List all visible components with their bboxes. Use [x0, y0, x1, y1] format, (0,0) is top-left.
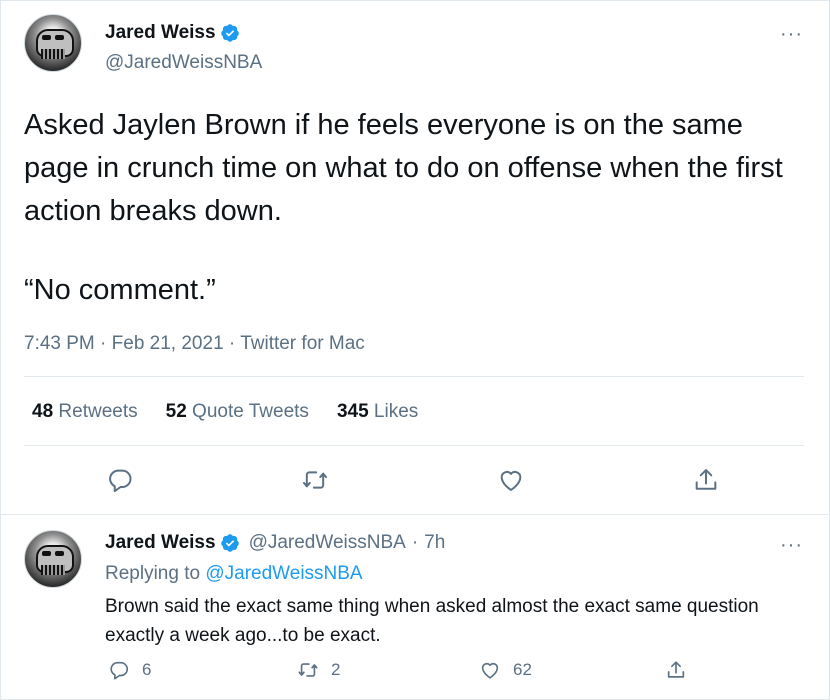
divider [24, 376, 804, 377]
meta-separator: · [100, 333, 107, 354]
reply-text: Brown said the exact same thing when ask… [105, 596, 759, 646]
retweets-label: Retweets [58, 401, 138, 422]
author-name-row[interactable]: Jared Weiss [105, 22, 240, 44]
tweet-source[interactable]: Twitter for Mac [240, 333, 365, 354]
like-button[interactable] [497, 466, 529, 498]
share-icon [667, 661, 685, 678]
more-options-icon[interactable]: ··· [780, 24, 803, 44]
replying-to-handle[interactable]: @JaredWeissNBA [205, 563, 362, 584]
reply-icon [110, 661, 129, 680]
replying-to-prefix: Replying to [105, 563, 201, 584]
divider [24, 445, 804, 446]
reply-header: Jared Weiss @JaredWeissNBA · 7h [105, 532, 445, 554]
likes-label: Likes [373, 401, 419, 422]
reply-author-handle[interactable]: @JaredWeissNBA [249, 532, 406, 554]
reply-author-avatar[interactable] [24, 530, 82, 588]
tweet-date[interactable]: Feb 21, 2021 [112, 333, 224, 354]
retweets-stat[interactable]: 48 Retweets [32, 401, 138, 423]
reply-author-name[interactable]: Jared Weiss [105, 532, 216, 554]
reply-icon [109, 469, 132, 493]
avatar-eye-left [42, 551, 51, 556]
likes-count: 345 [336, 401, 369, 422]
avatar-eye-right [55, 35, 64, 40]
reply-more-options-icon[interactable]: ··· [780, 535, 803, 555]
verified-badge-icon [220, 534, 239, 552]
quote-tweets-label: Quote Tweets [192, 401, 309, 422]
tweet-stats: 48 Retweets 52 Quote Tweets 345 Likes [32, 401, 446, 423]
retweets-count: 48 [32, 401, 54, 422]
reply-reply-count: 6 [142, 660, 152, 679]
heart-icon [481, 662, 499, 679]
author-avatar[interactable] [24, 14, 82, 72]
quote-tweets-count: 52 [165, 401, 187, 422]
replying-to: Replying to @JaredWeissNBA [105, 563, 363, 585]
tweet-text: Asked Jaylen Brown if he feels everyone … [24, 104, 814, 312]
avatar-grill [41, 565, 65, 575]
retweet-icon [302, 471, 328, 489]
tweet-meta: 7:43 PM · Feb 21, 2021 · Twitter for Mac [24, 333, 365, 355]
reply-reply-button[interactable]: 6 [108, 659, 151, 681]
heart-icon [500, 471, 522, 491]
reply-like-count: 62 [513, 660, 532, 679]
quote-tweets-stat[interactable]: 52 Quote Tweets [166, 401, 309, 423]
divider [1, 514, 828, 515]
reply-like-button[interactable]: 62 [479, 659, 532, 681]
author-handle[interactable]: @JaredWeissNBA [105, 52, 262, 74]
reply-separator: · [411, 532, 419, 553]
reply-retweet-button[interactable]: 2 [297, 659, 340, 681]
avatar-grill [41, 49, 65, 59]
meta-separator: · [228, 333, 236, 354]
tweet-time[interactable]: 7:43 PM [24, 333, 95, 354]
share-icon [695, 469, 717, 490]
reply-share-button[interactable] [665, 659, 699, 681]
tweet-paragraph-1: Asked Jaylen Brown if he feels everyone … [24, 109, 783, 227]
tweet-paragraph-2: “No comment.” [24, 274, 216, 306]
reply-age[interactable]: 7h [424, 532, 445, 554]
reply-retweet-count: 2 [331, 660, 341, 679]
share-button[interactable] [692, 466, 724, 498]
likes-stat[interactable]: 345 Likes [337, 401, 418, 423]
reply-button[interactable] [106, 466, 138, 498]
verified-badge-icon [220, 24, 239, 42]
author-name[interactable]: Jared Weiss [105, 22, 216, 44]
avatar-eye-left [42, 35, 51, 40]
avatar-eye-right [55, 551, 64, 556]
retweet-button[interactable] [301, 466, 333, 498]
retweet-icon [298, 663, 318, 677]
